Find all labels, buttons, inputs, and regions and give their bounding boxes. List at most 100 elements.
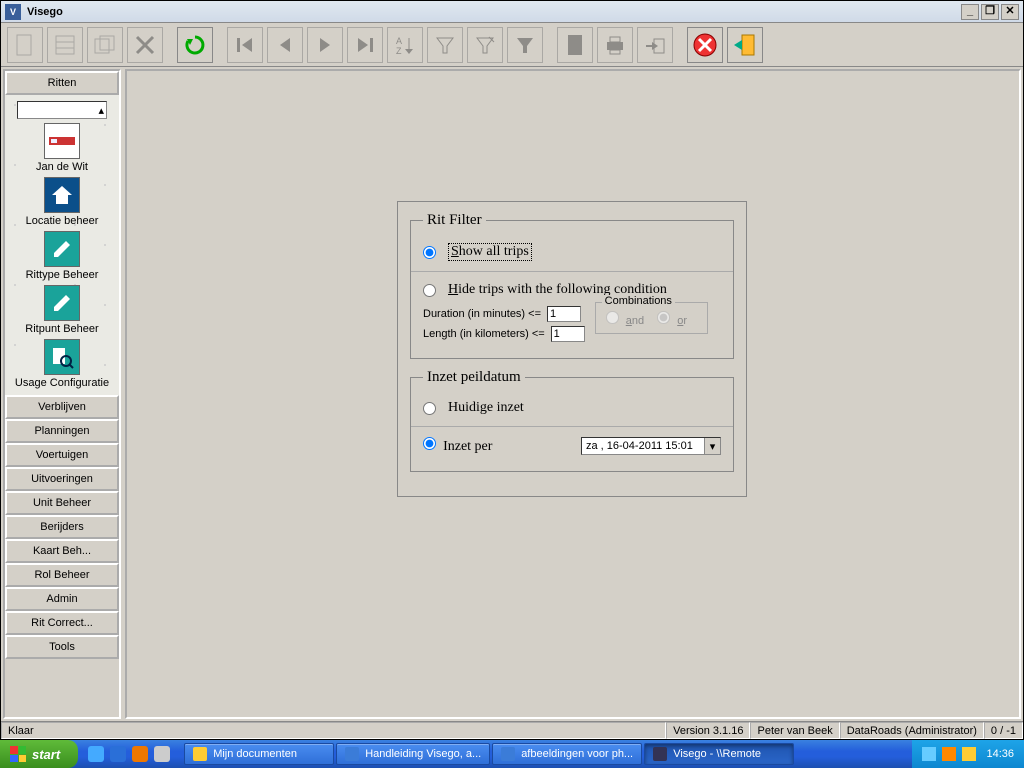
task-handleiding[interactable]: Handleiding Visego, a...	[336, 743, 490, 765]
toolbar-export-icon[interactable]	[637, 27, 673, 63]
sidebar-item-rittype[interactable]: Rittype Beheer	[7, 231, 117, 281]
sidebar-btn-unitbeheer[interactable]: Unit Beheer	[5, 491, 119, 515]
app-window: V Visego _ ❐ ✕ AZ Ritten	[0, 0, 1024, 740]
sidebar-btn-voertuigen[interactable]: Voertuigen	[5, 443, 119, 467]
status-ready: Klaar	[1, 722, 666, 739]
folder-icon	[193, 747, 207, 761]
radio-or	[657, 311, 670, 324]
toolbar-new-icon[interactable]	[7, 27, 43, 63]
sidebar-item-jandewit[interactable]: Jan de Wit	[7, 123, 117, 173]
toolbar: AZ	[1, 23, 1023, 67]
sidebar: Ritten ▴ Jan de Wit Locatie beheer	[3, 69, 121, 719]
home-icon	[44, 177, 80, 213]
clock[interactable]: 14:36	[986, 748, 1014, 760]
toolbar-next-icon[interactable]	[307, 27, 343, 63]
radio-hide-trips[interactable]	[423, 284, 436, 297]
toolbar-exit-icon[interactable]	[727, 27, 763, 63]
status-role: DataRoads (Administrator)	[840, 722, 984, 739]
inzet-fieldset: Inzet peildatum Huidige inzet Inzet per …	[410, 369, 734, 472]
system-tray: 14:36	[912, 740, 1024, 768]
windows-logo-icon	[10, 746, 26, 762]
task-label: Handleiding Visego, a...	[365, 748, 481, 760]
sidebar-item-label: Jan de Wit	[7, 161, 117, 173]
sidebar-btn-rolbeheer[interactable]: Rol Beheer	[5, 563, 119, 587]
toolbar-prev-icon[interactable]	[267, 27, 303, 63]
sidebar-item-usage[interactable]: Usage Configuratie	[7, 339, 117, 389]
sidebar-btn-tools[interactable]: Tools	[5, 635, 119, 659]
separator	[411, 271, 733, 272]
sidebar-btn-ritcorrect[interactable]: Rit Correct...	[5, 611, 119, 635]
sidebar-item-label: Locatie beheer	[7, 215, 117, 227]
radio-inzet-per[interactable]	[423, 437, 436, 450]
maximize-button[interactable]: ❐	[981, 4, 999, 20]
rit-filter-fieldset: Rit Filter Show all trips Hide trips wit…	[410, 212, 734, 359]
sidebar-item-label: Rittype Beheer	[7, 269, 117, 281]
task-visego[interactable]: Visego - \\Remote	[644, 743, 794, 765]
quicklaunch-ie-icon[interactable]	[110, 746, 126, 762]
tray-icon[interactable]	[922, 747, 936, 761]
toolbar-filter3-icon[interactable]	[507, 27, 543, 63]
radio-and-label[interactable]: and	[606, 315, 644, 327]
toolbar-refresh-icon[interactable]	[177, 27, 213, 63]
tray-icon[interactable]	[962, 747, 976, 761]
sidebar-btn-uitvoeringen[interactable]: Uitvoeringen	[5, 467, 119, 491]
titlebar[interactable]: V Visego _ ❐ ✕	[1, 1, 1023, 23]
separator	[411, 426, 733, 427]
statusbar: Klaar Version 3.1.16 Peter van Beek Data…	[1, 721, 1023, 739]
task-afbeeldingen[interactable]: afbeeldingen voor ph...	[492, 743, 642, 765]
toolbar-sort-icon[interactable]: AZ	[387, 27, 423, 63]
radio-huidige[interactable]	[423, 402, 436, 415]
toolbar-filter1-icon[interactable]	[427, 27, 463, 63]
sidebar-btn-kaart[interactable]: Kaart Beh...	[5, 539, 119, 563]
sidebar-item-ritpunt[interactable]: Ritpunt Beheer	[7, 285, 117, 335]
window-title: Visego	[27, 6, 961, 18]
search-doc-icon	[44, 339, 80, 375]
sidebar-item-label: Ritpunt Beheer	[7, 323, 117, 335]
toolbar-cancel-icon[interactable]	[687, 27, 723, 63]
toolbar-grid-icon[interactable]	[47, 27, 83, 63]
sidebar-btn-verblijven[interactable]: Verblijven	[5, 395, 119, 419]
radio-show-all-label[interactable]: Show all trips	[448, 243, 532, 261]
sidebar-btn-berijders[interactable]: Berijders	[5, 515, 119, 539]
task-mijndocumenten[interactable]: Mijn documenten	[184, 743, 334, 765]
toolbar-filter2-icon[interactable]	[467, 27, 503, 63]
sidebar-btn-admin[interactable]: Admin	[5, 587, 119, 611]
taskbar-tasks: Mijn documenten Handleiding Visego, a...…	[180, 743, 912, 765]
toolbar-grids-icon[interactable]	[87, 27, 123, 63]
sidebar-btn-planningen[interactable]: Planningen	[5, 419, 119, 443]
sidebar-scroll-up[interactable]: ▴	[17, 101, 107, 119]
radio-huidige-label[interactable]: Huidige inzet	[448, 400, 524, 416]
quicklaunch-firefox-icon[interactable]	[132, 746, 148, 762]
length-input[interactable]	[551, 326, 585, 342]
radio-inzet-per-label[interactable]: Inzet per	[443, 439, 492, 454]
app-icon: V	[5, 4, 21, 20]
sidebar-header-ritten[interactable]: Ritten	[5, 71, 119, 95]
quicklaunch-app-icon[interactable]	[154, 746, 170, 762]
task-label: Mijn documenten	[213, 748, 297, 760]
sidebar-icon-panel: ▴ Jan de Wit Locatie beheer	[5, 95, 119, 395]
toolbar-print-icon[interactable]	[597, 27, 633, 63]
sidebar-item-label: Usage Configuratie	[7, 377, 117, 389]
date-picker[interactable]: za , 16-04-2011 15:01 ▾	[581, 437, 721, 455]
radio-show-all[interactable]	[423, 246, 436, 259]
close-button[interactable]: ✕	[1001, 4, 1019, 20]
task-label: Visego - \\Remote	[673, 748, 761, 760]
svg-text:Z: Z	[396, 46, 402, 55]
start-label: start	[32, 747, 60, 762]
toolbar-last-icon[interactable]	[347, 27, 383, 63]
toolbar-doc-icon[interactable]	[557, 27, 593, 63]
rit-filter-legend: Rit Filter	[423, 212, 486, 229]
chevron-down-icon[interactable]: ▾	[704, 438, 720, 454]
radio-or-label[interactable]: or	[657, 315, 687, 327]
toolbar-first-icon[interactable]	[227, 27, 263, 63]
task-label: afbeeldingen voor ph...	[521, 748, 633, 760]
minimize-button[interactable]: _	[961, 4, 979, 20]
tray-icon[interactable]	[942, 747, 956, 761]
filter-inputs: Duration (in minutes) <= Length (in kilo…	[423, 302, 585, 346]
svg-text:A: A	[396, 36, 402, 46]
duration-input[interactable]	[547, 306, 581, 322]
quicklaunch-desktop-icon[interactable]	[88, 746, 104, 762]
sidebar-item-locatie[interactable]: Locatie beheer	[7, 177, 117, 227]
toolbar-delete-icon[interactable]	[127, 27, 163, 63]
start-button[interactable]: start	[0, 740, 78, 768]
